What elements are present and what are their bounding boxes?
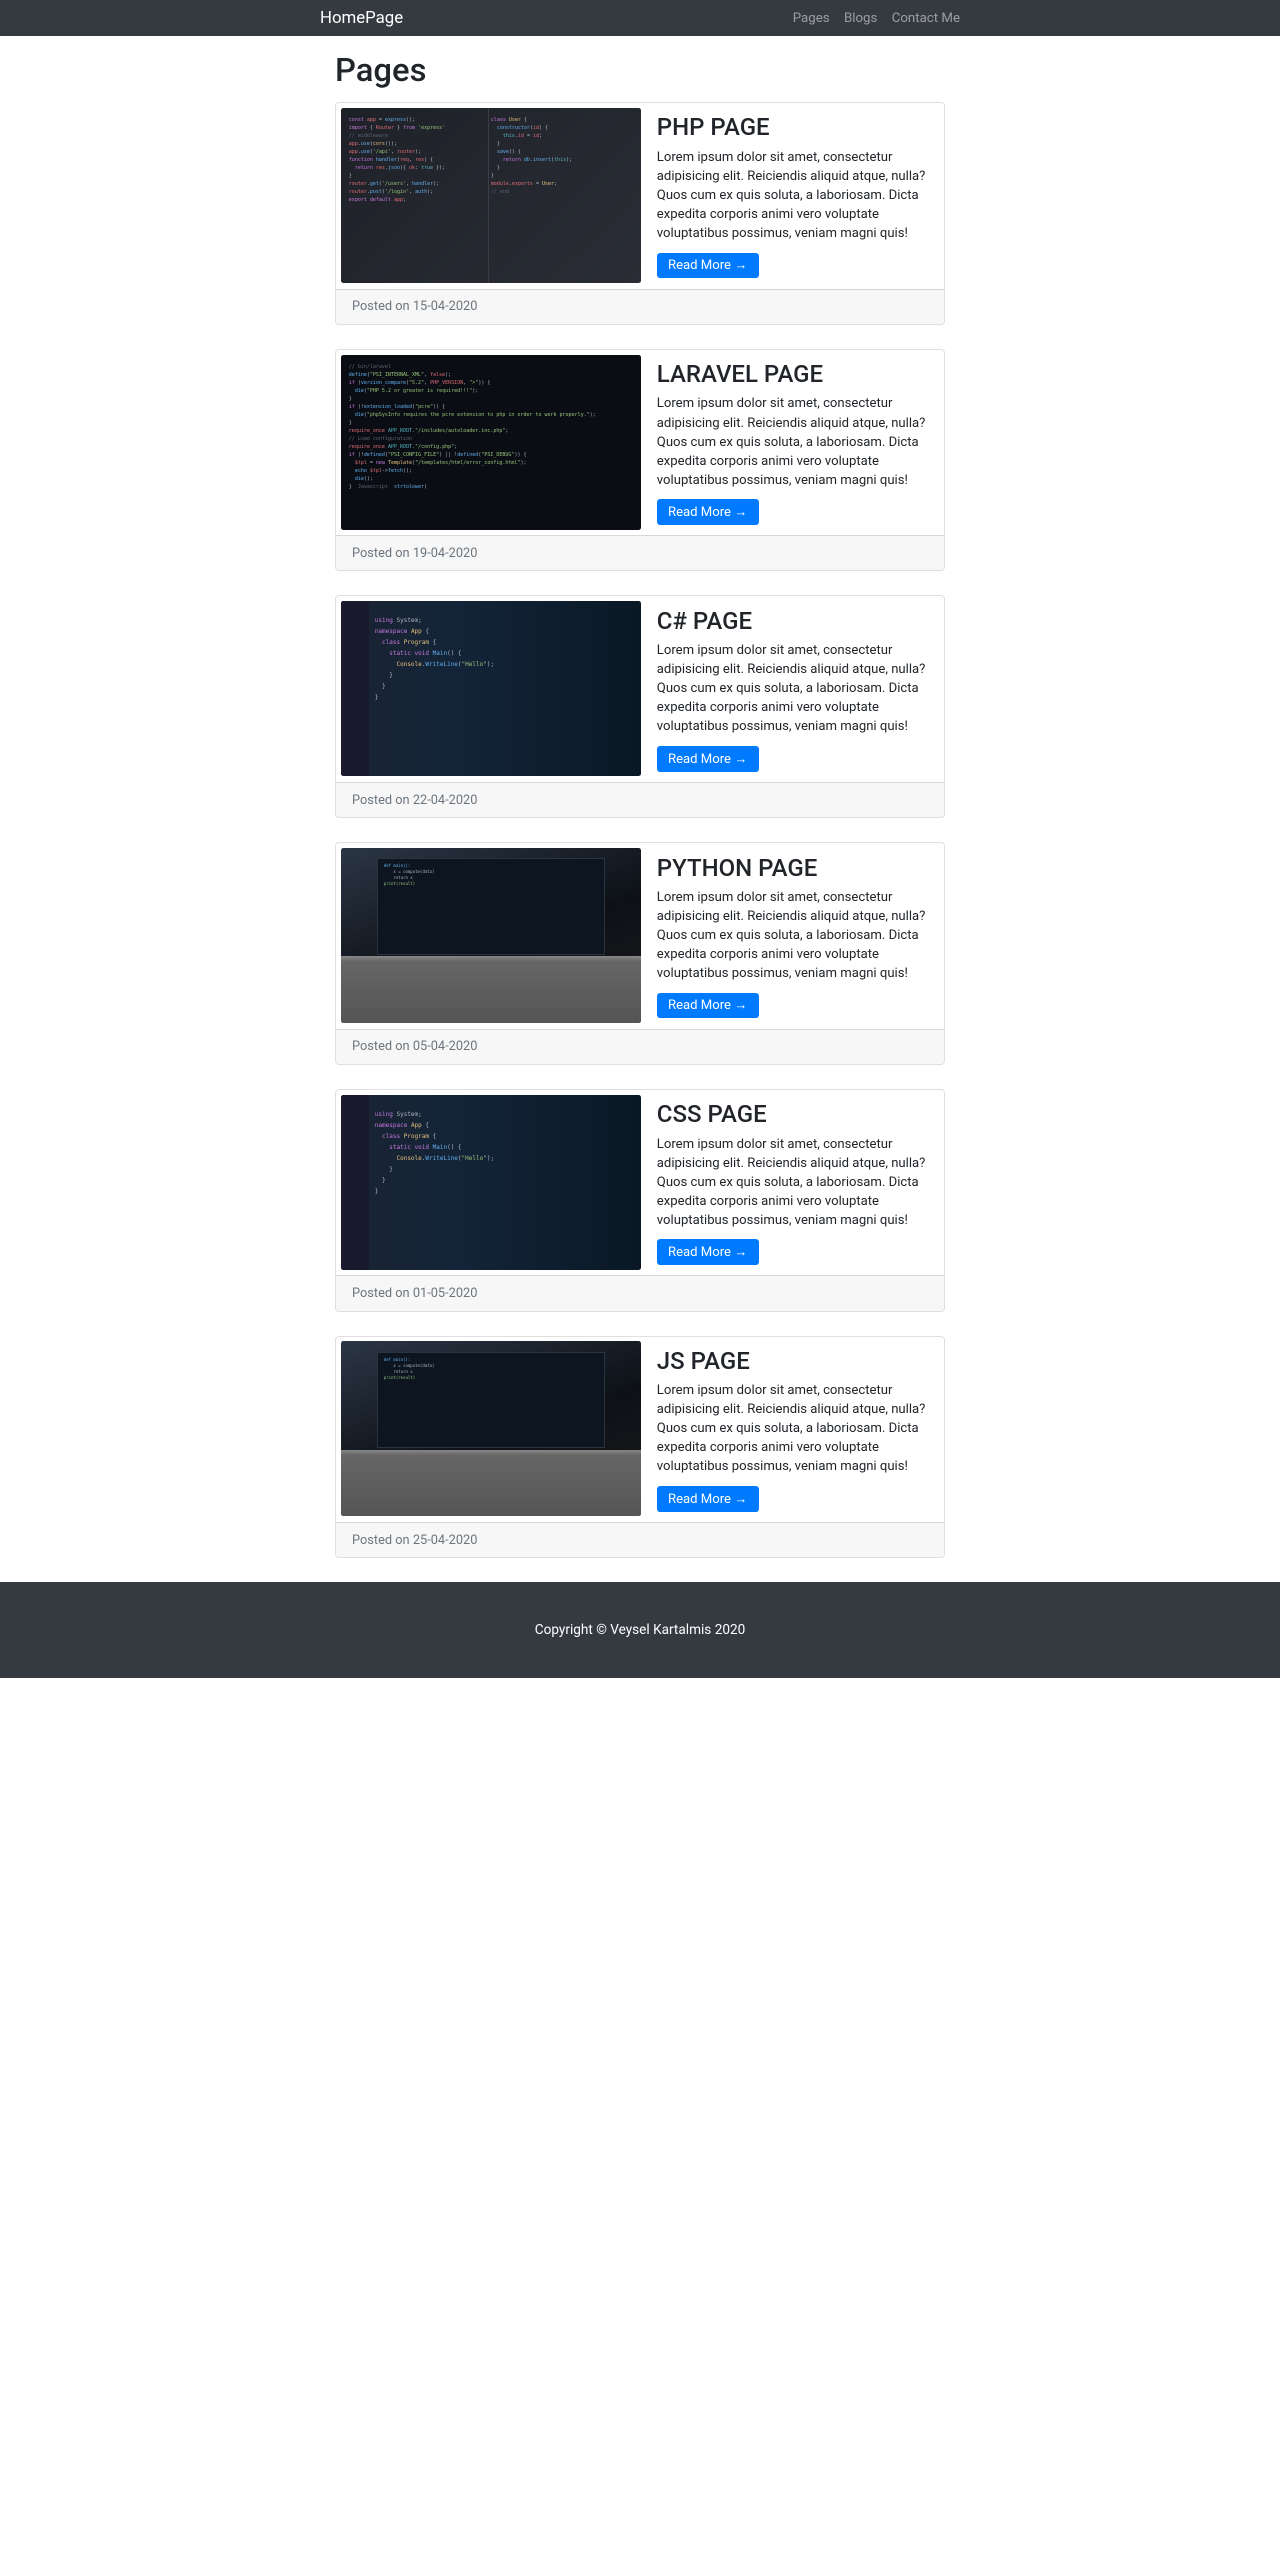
read-more-button[interactable]: Read More → [657,499,759,525]
page-card-title: LARAVEL PAGE [657,360,930,388]
page-card-footer: Posted on 22-04-2020 [336,782,944,817]
posted-date: 25-04-2020 [413,1533,478,1548]
footer-text: Copyright © Veysel Kartalmis 2020 [0,1622,1280,1638]
page-card-excerpt: Lorem ipsum dolor sit amet, consectetur … [657,394,930,489]
posted-prefix: Posted on [352,546,413,561]
posted-date: 15-04-2020 [413,299,478,314]
posted-prefix: Posted on [352,1039,413,1054]
page-card: def main(): x = compute(data) return xpr… [335,842,945,1065]
read-more-button[interactable]: Read More → [657,1239,759,1265]
posted-date: 19-04-2020 [413,546,478,561]
page-card: using System;namespace App { class Progr… [335,1089,945,1312]
nav-link-pages[interactable]: Pages [793,11,830,26]
nav-link-contact[interactable]: Contact Me [892,11,960,26]
page-card-excerpt: Lorem ipsum dolor sit amet, consectetur … [657,1135,930,1230]
page-thumbnail[interactable]: def main(): x = compute(data) return xpr… [341,1341,641,1516]
page-thumbnail[interactable]: const app = express();import { Router } … [341,108,641,283]
page-card-excerpt: Lorem ipsum dolor sit amet, consectetur … [657,148,930,243]
posted-prefix: Posted on [352,793,413,808]
nav-link-blogs[interactable]: Blogs [844,11,877,26]
posted-date: 22-04-2020 [413,793,478,808]
page-card-footer: Posted on 01-05-2020 [336,1275,944,1310]
brand-link[interactable]: HomePage [320,8,403,28]
read-more-button[interactable]: Read More → [657,993,759,1019]
posted-prefix: Posted on [352,299,413,314]
read-more-button[interactable]: Read More → [657,253,759,279]
page-card-title: PYTHON PAGE [657,854,930,882]
page-thumbnail[interactable]: using System;namespace App { class Progr… [341,601,641,776]
page-card-title: CSS PAGE [657,1100,930,1128]
page-thumbnail[interactable]: // bin/laraveldefine("PSI_INTERNAL_XML",… [341,355,641,530]
navbar: HomePage Pages Blogs Contact Me [0,0,1280,36]
page-card: // bin/laraveldefine("PSI_INTERNAL_XML",… [335,349,945,572]
page-card-title: JS PAGE [657,1347,930,1375]
posted-date: 05-04-2020 [413,1039,478,1054]
site-footer: Copyright © Veysel Kartalmis 2020 [0,1582,1280,1678]
page-card: using System;namespace App { class Progr… [335,595,945,818]
page-card-footer: Posted on 05-04-2020 [336,1029,944,1064]
posted-prefix: Posted on [352,1533,413,1548]
page-card-footer: Posted on 19-04-2020 [336,535,944,570]
page-card-excerpt: Lorem ipsum dolor sit amet, consectetur … [657,1381,930,1476]
posted-date: 01-05-2020 [413,1286,478,1301]
page-card-footer: Posted on 15-04-2020 [336,289,944,324]
nav-links: Pages Blogs Contact Me [793,11,960,26]
page-card-footer: Posted on 25-04-2020 [336,1522,944,1557]
page-card-title: PHP PAGE [657,113,930,141]
page-card: const app = express();import { Router } … [335,102,945,325]
page-card-excerpt: Lorem ipsum dolor sit amet, consectetur … [657,888,930,983]
read-more-button[interactable]: Read More → [657,746,759,772]
page-card-excerpt: Lorem ipsum dolor sit amet, consectetur … [657,641,930,736]
read-more-button[interactable]: Read More → [657,1486,759,1512]
page-card: def main(): x = compute(data) return xpr… [335,1336,945,1559]
page-thumbnail[interactable]: def main(): x = compute(data) return xpr… [341,848,641,1023]
page-thumbnail[interactable]: using System;namespace App { class Progr… [341,1095,641,1270]
page-title: Pages [335,52,945,90]
page-card-title: C# PAGE [657,607,930,635]
posted-prefix: Posted on [352,1286,413,1301]
